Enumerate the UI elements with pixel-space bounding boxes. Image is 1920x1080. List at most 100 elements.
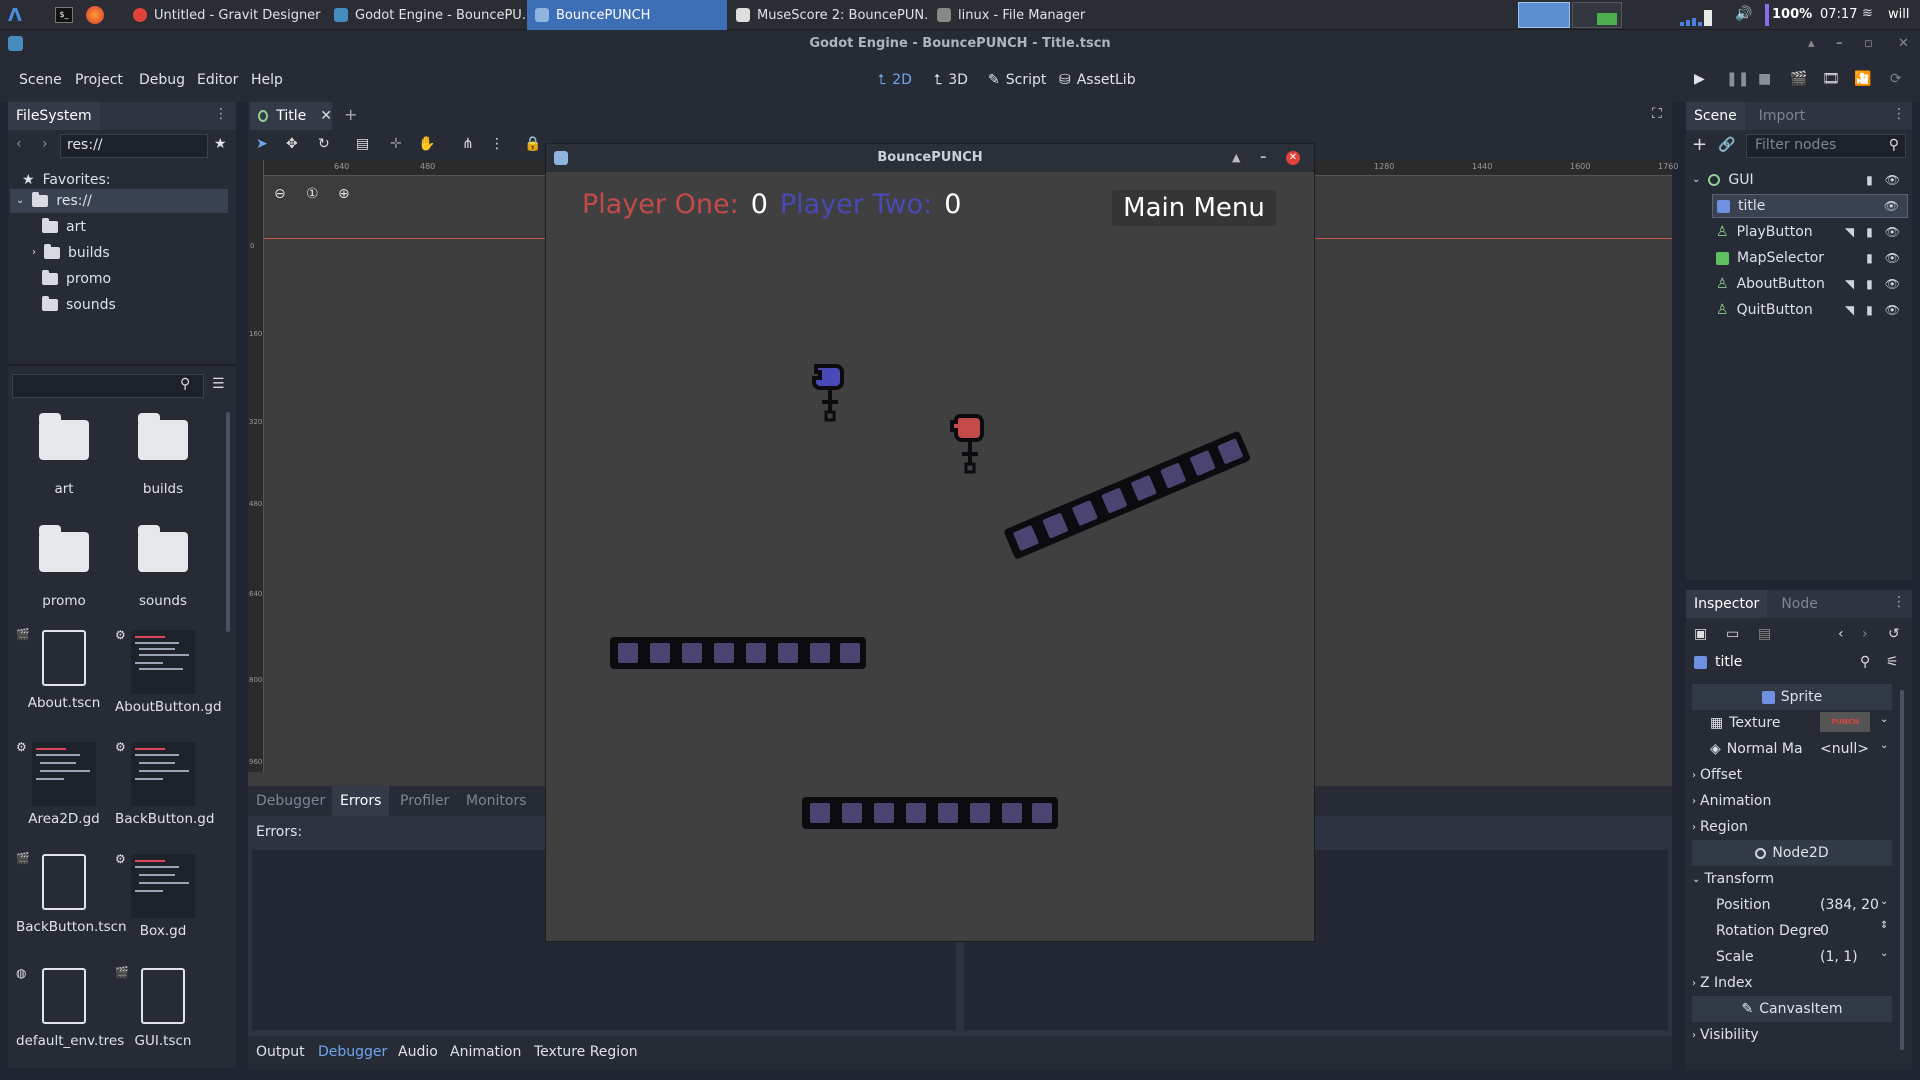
spinner-arrows-icon[interactable]: ⇕ <box>1880 920 1888 931</box>
panel-texture-region[interactable]: Texture Region <box>534 1044 638 1060</box>
signal-icon[interactable]: ◥ <box>1845 272 1854 296</box>
scrollbar[interactable] <box>226 412 230 632</box>
task-godot[interactable]: Godot Engine - BouncePU... <box>326 0 526 30</box>
grid-item-default-env[interactable]: ◍ default_env.tres <box>16 966 124 1050</box>
link-icon[interactable]: 🔗 <box>1718 137 1735 153</box>
chevron-down-icon[interactable]: ⌄ <box>1880 896 1888 907</box>
grid-item-promo[interactable]: promo <box>16 525 112 610</box>
script-icon[interactable]: ▮ <box>1866 220 1873 244</box>
script-icon[interactable]: ▮ <box>1866 298 1873 322</box>
chevron-down-icon[interactable]: ⌄ <box>1880 948 1888 959</box>
visibility-icon[interactable]: 👁 <box>1885 168 1900 192</box>
rotate-tool-icon[interactable]: ↻ <box>318 136 330 152</box>
chevron-down-icon[interactable]: ⌄ <box>1880 714 1888 725</box>
inspector-scrollbar[interactable] <box>1900 690 1904 1050</box>
menu-scene[interactable]: Scene <box>19 72 62 88</box>
grid-item-about-tscn[interactable]: 🎬 About.tscn <box>16 628 112 712</box>
visibility-icon[interactable]: 👁 <box>1885 246 1900 270</box>
wifi-icon[interactable]: ≋ <box>1862 6 1873 21</box>
file-search-input[interactable] <box>12 374 204 398</box>
window-shade-icon[interactable]: ▴ <box>1808 30 1815 58</box>
back-icon[interactable]: ‹ <box>16 136 22 152</box>
path-field[interactable]: res:// <box>60 134 208 158</box>
visibility-icon[interactable]: 👁 <box>1885 298 1900 322</box>
window-close-icon[interactable]: ✕ <box>1898 30 1909 58</box>
prop-transform[interactable]: ⌄ Transform <box>1692 866 1892 892</box>
grid-item-box-gd[interactable]: ⚙ Box.gd <box>115 852 211 940</box>
dock-menu-icon[interactable]: ⋮ <box>214 106 228 122</box>
inspected-object[interactable]: title <box>1694 654 1742 670</box>
workspace-assetlib[interactable]: ⛁ AssetLib <box>1059 72 1136 88</box>
panel-animation[interactable]: Animation <box>450 1044 521 1060</box>
prop-region[interactable]: › Region <box>1692 814 1892 840</box>
object-properties-icon[interactable]: ⚟ <box>1886 654 1899 670</box>
grid-item-backbutton-tscn[interactable]: 🎬 BackButton.tscn <box>16 852 127 936</box>
tab-import[interactable]: Import <box>1751 102 1813 130</box>
favorite-star-icon[interactable]: ★ <box>214 136 227 152</box>
filter-nodes-input[interactable]: Filter nodes ⚲ <box>1746 134 1906 158</box>
history-icon[interactable]: ↺ <box>1888 626 1900 642</box>
close-tab-icon[interactable]: ✕ <box>320 108 332 124</box>
workspace-script[interactable]: ✎ Script <box>988 72 1046 88</box>
play-scene-icon[interactable]: 🎬 <box>1790 71 1807 87</box>
terminal-icon[interactable]: $_ <box>55 7 73 23</box>
tab-monitors[interactable]: Monitors <box>466 786 527 816</box>
prop-visibility[interactable]: › Visibility <box>1692 1022 1892 1048</box>
list-select-icon[interactable]: ▤ <box>356 136 369 152</box>
search-icon[interactable]: ⚲ <box>1860 654 1870 670</box>
window-minimize-icon[interactable]: – <box>1836 30 1843 58</box>
tab-inspector[interactable]: Inspector <box>1686 590 1768 618</box>
dock-menu-icon[interactable]: ⋮ <box>1892 106 1906 122</box>
panel-debugger[interactable]: Debugger <box>318 1044 387 1060</box>
node-quitbutton[interactable]: ♙ QuitButton ◥ ▮ 👁 <box>1716 298 1908 322</box>
move-tool-icon[interactable]: ✥ <box>286 136 298 152</box>
new-resource-icon[interactable]: ▣ <box>1694 626 1707 642</box>
volume-icon[interactable]: 🔊 <box>1735 6 1752 22</box>
game-minimize-icon[interactable]: – <box>1260 144 1267 172</box>
node-playbutton[interactable]: ♙ PlayButton ◥ ▮ 👁 <box>1716 220 1908 244</box>
snap-icon[interactable]: ⋔ <box>462 136 474 152</box>
menu-debug[interactable]: Debug <box>139 72 185 88</box>
panel-output[interactable]: Output <box>256 1044 305 1060</box>
user-name[interactable]: will <box>1888 7 1909 22</box>
grid-item-area2d-gd[interactable]: ⚙ Area2D.gd <box>16 740 112 828</box>
prop-position[interactable]: Position (384, 20 ⌄ <box>1692 892 1892 918</box>
firefox-icon[interactable] <box>86 6 104 24</box>
dock-menu-icon[interactable]: ⋮ <box>1892 594 1906 610</box>
task-bouncepunch[interactable]: BouncePUNCH <box>527 0 727 30</box>
node-gui[interactable]: ⌄ GUI ▮ 👁 <box>1692 168 1908 192</box>
node-mapselector[interactable]: MapSelector ▮ 👁 <box>1716 246 1908 270</box>
history-back-icon[interactable]: ‹ <box>1838 626 1844 642</box>
forward-icon[interactable]: › <box>42 136 48 152</box>
window-maximize-icon[interactable]: ▫ <box>1864 30 1873 58</box>
clock[interactable]: 07:17 <box>1820 7 1857 22</box>
viewport-2d-right[interactable] <box>1314 130 1672 792</box>
app-menu-icon[interactable]: Λ <box>8 5 28 26</box>
grid-item-backbutton-gd[interactable]: ⚙ BackButton.gd <box>115 740 214 828</box>
node-title[interactable]: title 👁 <box>1712 194 1908 218</box>
tab-scene[interactable]: Scene <box>1686 102 1745 130</box>
prop-animation[interactable]: › Animation <box>1692 788 1892 814</box>
signal-icon[interactable]: ◥ <box>1845 220 1854 244</box>
grid-item-aboutbutton-gd[interactable]: ⚙ AboutButton.gd <box>115 628 222 716</box>
game-shade-icon[interactable]: ▲ <box>1232 144 1240 172</box>
visibility-icon[interactable]: 👁 <box>1885 272 1900 296</box>
search-icon[interactable]: ⚲ <box>180 376 190 392</box>
menu-help[interactable]: Help <box>251 72 283 88</box>
script-icon[interactable]: ▮ <box>1866 246 1873 270</box>
workspace-2[interactable] <box>1572 2 1622 28</box>
task-file-manager[interactable]: linux - File Manager <box>929 0 1129 30</box>
panel-audio[interactable]: Audio <box>398 1044 438 1060</box>
grid-item-sounds[interactable]: sounds <box>115 525 211 610</box>
history-forward-icon[interactable]: › <box>1862 626 1868 642</box>
grid-item-art[interactable]: art <box>16 413 112 498</box>
save-icon[interactable]: ▤ <box>1758 626 1771 642</box>
more-icon[interactable]: ⋮ <box>490 136 504 152</box>
texture-thumbnail[interactable]: PUNCH <box>1820 712 1870 732</box>
prop-z-index[interactable]: › Z Index <box>1692 970 1892 996</box>
open-folder-icon[interactable]: ▭ <box>1726 626 1739 642</box>
script-icon[interactable]: ▮ <box>1866 168 1873 192</box>
zoom-reset-icon[interactable]: ① <box>306 186 319 202</box>
zoom-out-icon[interactable]: ⊖ <box>274 186 286 202</box>
lock-icon[interactable]: 🔒 <box>524 136 541 152</box>
